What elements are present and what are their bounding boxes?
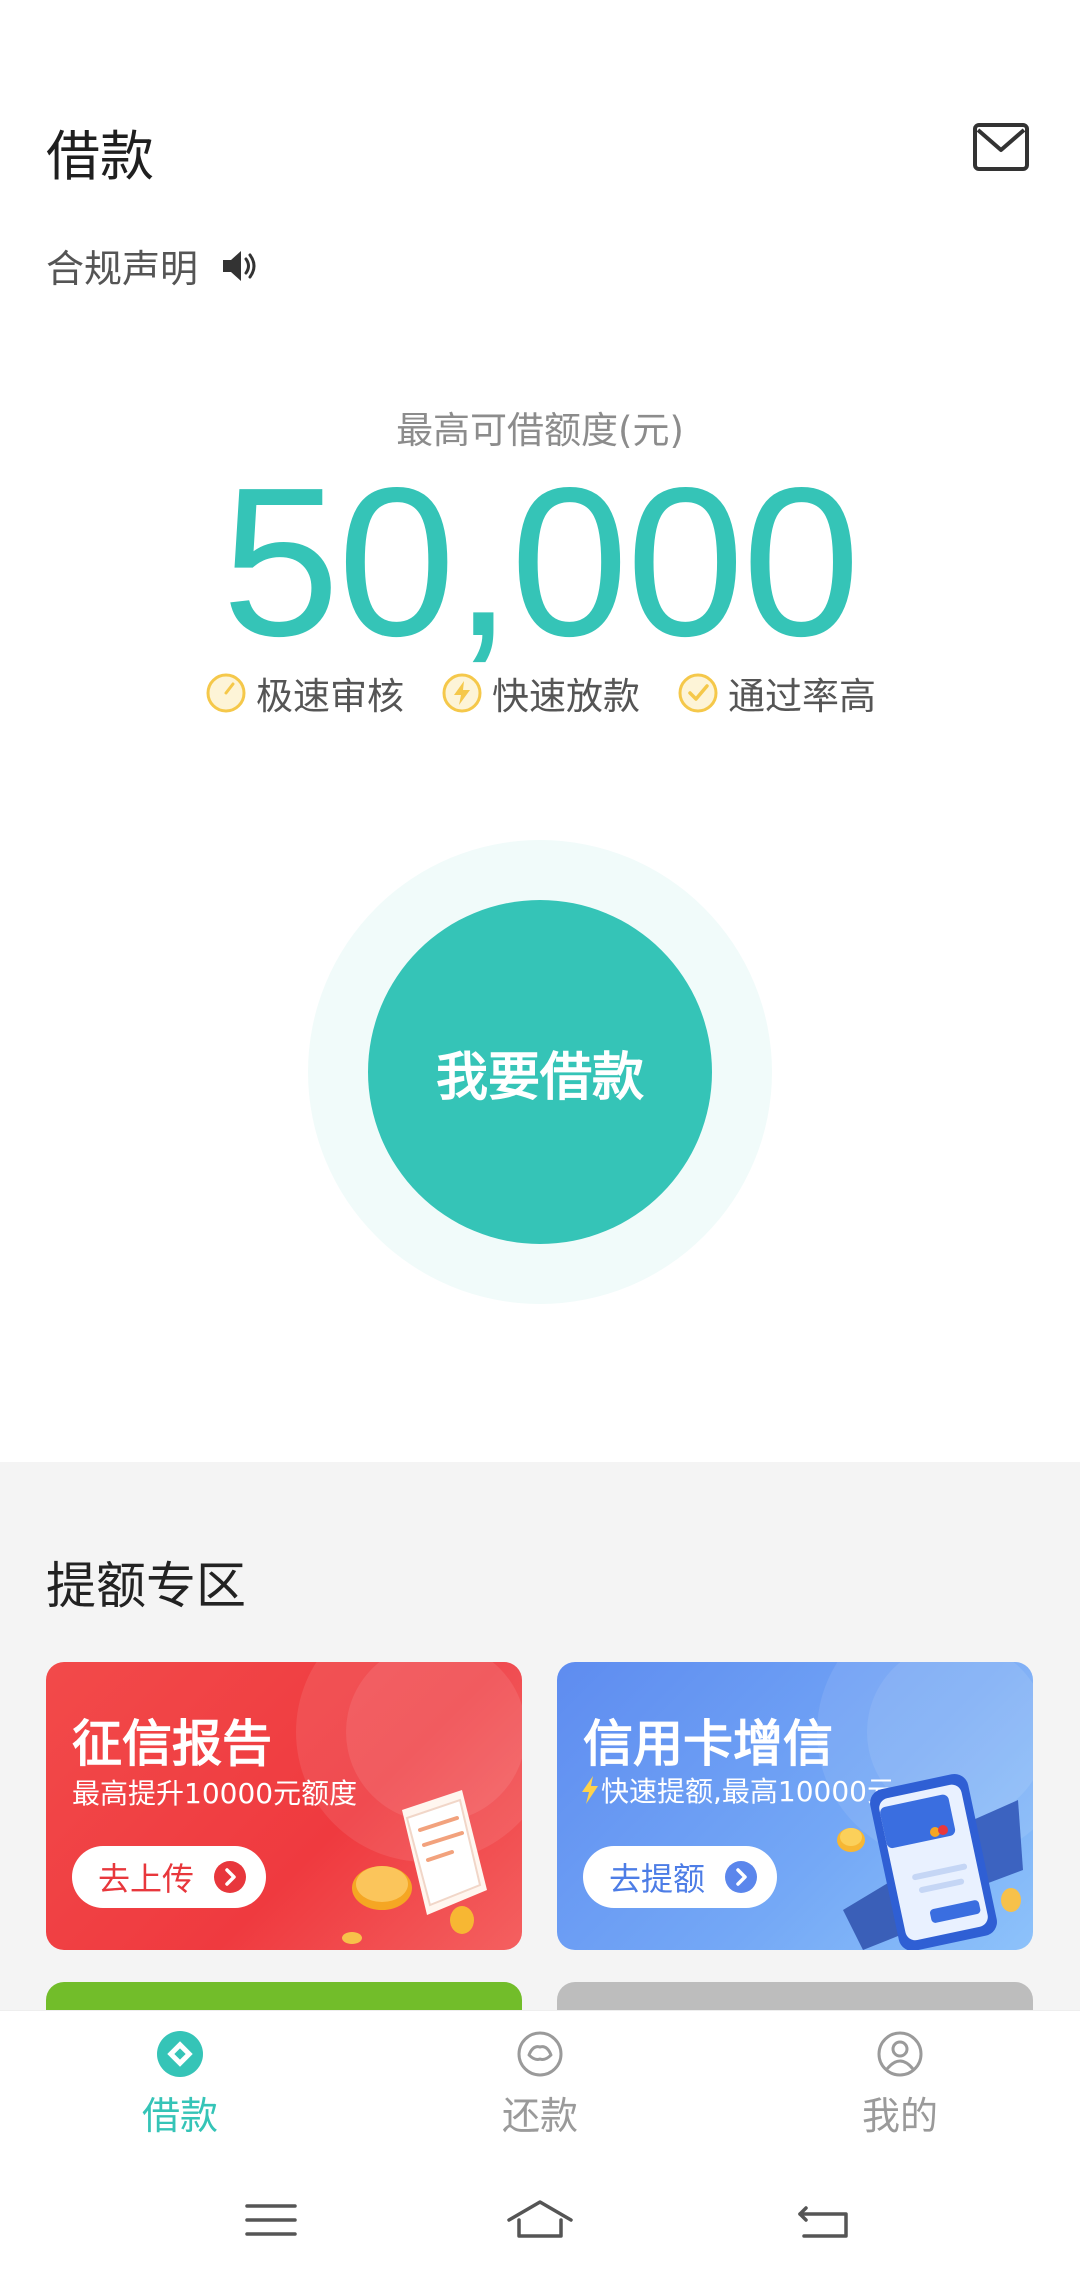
system-nav-bar (0, 2170, 1080, 2280)
upload-button[interactable]: 去上传 (72, 1846, 266, 1908)
back-icon[interactable] (794, 2190, 854, 2250)
feature-label: 快速放款 (492, 675, 640, 718)
mail-icon[interactable] (972, 122, 1030, 172)
credit-card-boost-card[interactable]: 信用卡增信 快速提额,最高10000元 去提额 (557, 1662, 1033, 1950)
tab-mine[interactable]: 我的 (810, 2029, 990, 2140)
borrow-tab-icon (157, 2031, 203, 2077)
upload-button-label: 去上传 (98, 1860, 195, 1898)
feature-label: 通过率高 (728, 675, 876, 718)
promo-section: 提额专区 征信报告 最高提升10000元额度 去上传 信用卡增信 快速提额,最高… (0, 1462, 1080, 2022)
tab-label: 借款 (141, 2094, 218, 2138)
phone-card-illustration (837, 1773, 1023, 1950)
card-title: 信用卡增信 (583, 1715, 833, 1773)
tab-repay[interactable]: 还款 (450, 2029, 630, 2140)
arrow-right-icon (725, 1861, 757, 1893)
stopwatch-icon (206, 673, 246, 713)
home-icon[interactable] (505, 2190, 575, 2250)
tab-borrow[interactable]: 借款 (90, 2029, 270, 2140)
feature-high-pass-rate: 通过率高 (676, 666, 876, 720)
tab-label: 我的 (861, 2094, 938, 2138)
borrow-button-label: 我要借款 (435, 1047, 644, 1108)
speaker-icon (223, 250, 256, 281)
boost-limit-button[interactable]: 去提额 (583, 1846, 777, 1908)
tab-label: 还款 (501, 2094, 578, 2138)
feature-label: 极速审核 (256, 675, 404, 718)
card-title: 征信报告 (72, 1715, 272, 1773)
section-title: 提额专区 (46, 1557, 246, 1615)
feature-fast-loan: 快速放款 (440, 666, 640, 720)
arrow-right-icon (214, 1861, 246, 1893)
credit-report-card[interactable]: 征信报告 最高提升10000元额度 去上传 (46, 1662, 522, 1950)
user-tab-icon (877, 2031, 923, 2077)
boost-limit-button-label: 去提额 (609, 1860, 706, 1898)
document-coins-illustration (342, 1790, 487, 1944)
borrow-button[interactable]: 我要借款 (368, 900, 712, 1244)
repay-tab-icon (517, 2031, 563, 2077)
feature-list: 极速审核 快速放款 通过率高 (0, 666, 1080, 720)
menu-icon[interactable] (241, 2190, 301, 2250)
lightning-icon (582, 1776, 598, 1804)
lightning-icon (442, 673, 482, 713)
page-title: 借款 (46, 125, 154, 188)
compliance-notice[interactable]: 合规声明 (46, 238, 258, 293)
compliance-notice-label: 合规声明 (46, 247, 199, 291)
feature-fast-review: 极速审核 (204, 666, 404, 720)
limit-amount: 50,000 (221, 443, 860, 680)
check-icon (678, 673, 718, 713)
